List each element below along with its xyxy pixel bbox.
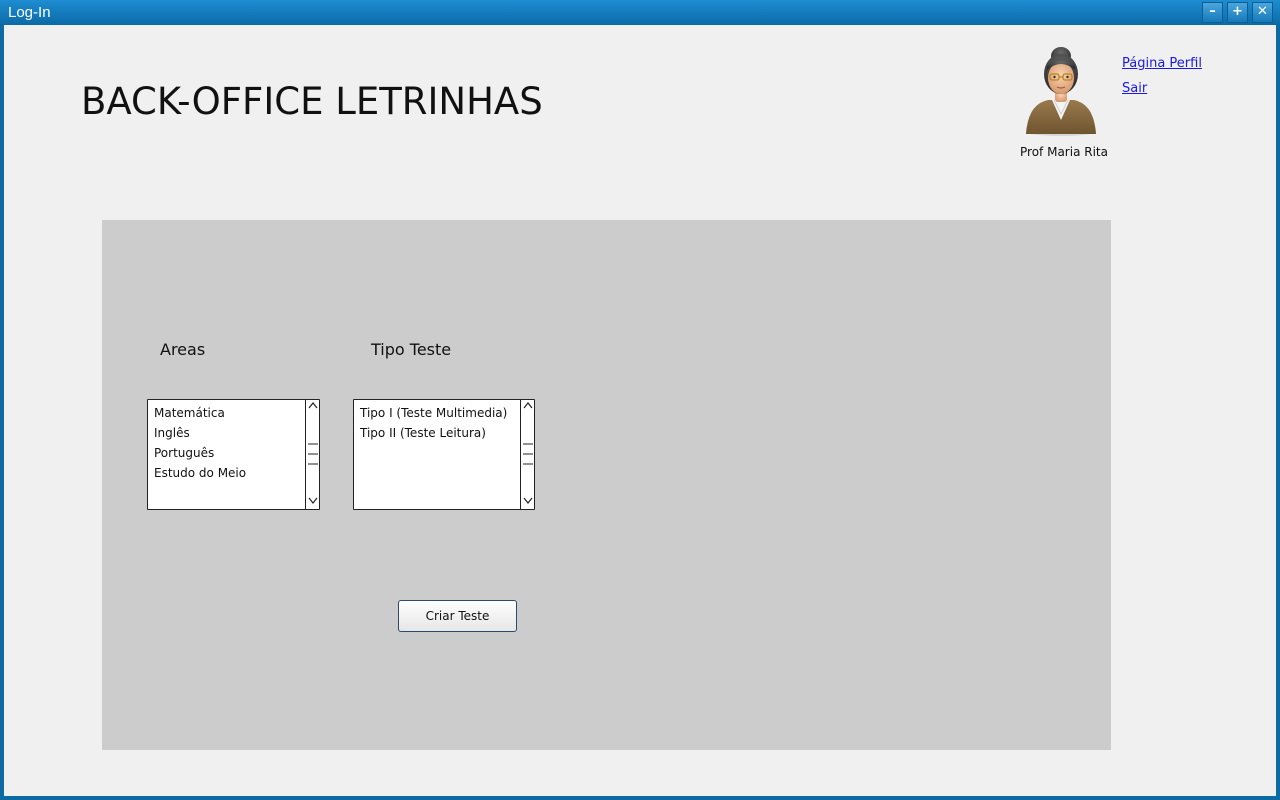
create-test-panel: Areas Tipo Teste Matemática Inglês Portu… [102, 220, 1111, 750]
list-item-matematica[interactable]: Matemática [154, 403, 246, 423]
list-item-tipo-ii[interactable]: Tipo II (Teste Leitura) [360, 423, 507, 443]
logout-link[interactable]: Sair [1122, 81, 1147, 96]
scroll-up-icon[interactable] [308, 402, 318, 409]
list-item-estudo-do-meio[interactable]: Estudo do Meio [154, 463, 246, 483]
minimize-icon[interactable]: – [1202, 2, 1223, 23]
maximize-icon[interactable]: + [1227, 2, 1248, 23]
teacher-avatar-icon [1026, 47, 1096, 136]
test-type-label: Tipo Teste [371, 340, 452, 359]
scroll-down-icon[interactable] [523, 497, 533, 504]
list-item-portugues[interactable]: Português [154, 443, 246, 463]
test-type-scrollbar[interactable] [520, 400, 534, 509]
areas-listbox[interactable]: Matemática Inglês Português Estudo do Me… [147, 399, 320, 510]
scroll-up-icon[interactable] [523, 402, 533, 409]
areas-list: Matemática Inglês Português Estudo do Me… [154, 403, 246, 483]
user-name: Prof Maria Rita [1020, 145, 1108, 159]
app-window: Log-In – + ✕ BACK-OFFICE LETRINHAS Prof … [0, 0, 1280, 800]
areas-scrollbar[interactable] [305, 400, 319, 509]
create-test-button[interactable]: Criar Teste [398, 600, 517, 632]
profile-page-link[interactable]: Página Perfil [1122, 56, 1202, 71]
scroll-down-icon[interactable] [308, 497, 318, 504]
test-type-list: Tipo I (Teste Multimedia) Tipo II (Teste… [360, 403, 507, 443]
list-item-ingles[interactable]: Inglês [154, 423, 246, 443]
areas-label: Areas [160, 340, 206, 359]
title-bar[interactable]: Log-In – + ✕ [0, 0, 1280, 25]
page-title: BACK-OFFICE LETRINHAS [81, 80, 543, 123]
list-item-tipo-i[interactable]: Tipo I (Teste Multimedia) [360, 403, 507, 423]
window-title: Log-In [8, 4, 51, 21]
main-content: BACK-OFFICE LETRINHAS Prof Maria Rita Pá… [4, 25, 1276, 796]
test-type-listbox[interactable]: Tipo I (Teste Multimedia) Tipo II (Teste… [353, 399, 535, 510]
close-icon[interactable]: ✕ [1252, 2, 1273, 23]
